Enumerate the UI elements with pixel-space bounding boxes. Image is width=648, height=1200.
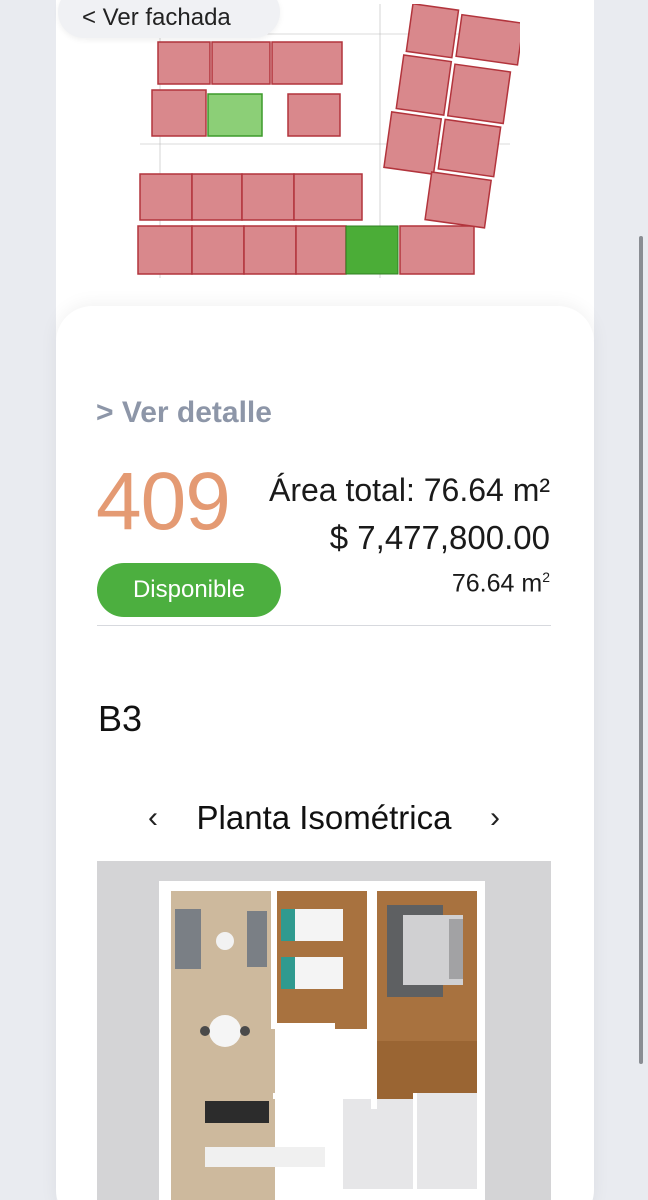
area-value: 76.64 m2 — [452, 569, 550, 598]
siteplan-amenity — [345, 225, 399, 275]
model-name: B3 — [98, 698, 143, 739]
gallery-view-title: Planta Isométrica — [196, 799, 452, 836]
isometric-floorplan-image[interactable] — [97, 861, 551, 1200]
unit-price: $ 7,477,800.00 — [329, 519, 550, 556]
area-value-text: 76.64 m — [451, 569, 543, 598]
area-total-label: Área total: 76.64 m² — [268, 472, 550, 508]
chevron-left-icon[interactable]: ‹ — [138, 800, 168, 840]
view-detail-link[interactable]: > Ver detalle — [96, 396, 272, 430]
page-margin-left — [0, 0, 56, 1200]
chevron-right-icon[interactable]: › — [480, 800, 510, 840]
view-facade-button[interactable]: < Ver fachada — [58, 0, 280, 38]
unit-number: 409 — [96, 456, 231, 547]
status-badge: Disponible — [97, 563, 281, 617]
scrollbar[interactable] — [639, 236, 643, 1064]
divider — [97, 625, 551, 626]
siteplan-selected-unit — [207, 93, 263, 137]
siteplan-map[interactable] — [130, 4, 520, 278]
area-unit-superscript: 2 — [542, 569, 550, 585]
